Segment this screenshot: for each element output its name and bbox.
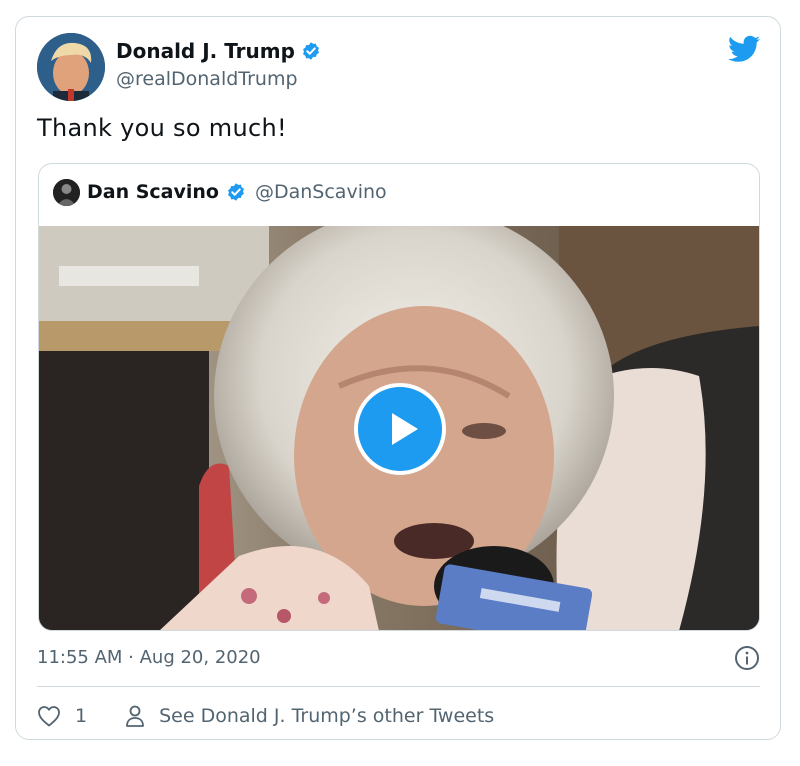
- see-other-tweets-label: See Donald J. Trump’s other Tweets: [159, 705, 495, 727]
- person-icon: [126, 705, 144, 727]
- quoted-tweet[interactable]: Dan Scavino @DanScavino: [38, 163, 760, 631]
- tweet-timestamp[interactable]: 11:55 AM · Aug 20, 2020: [37, 647, 261, 668]
- author-avatar[interactable]: [37, 33, 105, 101]
- verified-badge-icon: [228, 183, 244, 201]
- play-icon: [392, 413, 418, 445]
- see-other-tweets-link[interactable]: See Donald J. Trump’s other Tweets: [125, 704, 494, 728]
- quoted-author-handle[interactable]: @DanScavino: [255, 181, 387, 203]
- author-handle[interactable]: @realDonaldTrump: [116, 68, 298, 90]
- quoted-tweet-header: Dan Scavino @DanScavino: [53, 177, 387, 207]
- tweet-text: Thank you so much!: [37, 114, 287, 142]
- video-thumbnail[interactable]: [39, 226, 759, 630]
- verified-badge-icon: [303, 42, 319, 60]
- author-name[interactable]: Donald J. Trump: [116, 39, 321, 63]
- quoted-author-name[interactable]: Dan Scavino: [87, 181, 219, 203]
- author-avatar-image: [37, 33, 105, 101]
- quoted-author-avatar[interactable]: [53, 178, 80, 206]
- divider: [37, 686, 760, 687]
- like-button[interactable]: 1: [37, 705, 87, 727]
- like-count: 1: [75, 705, 88, 727]
- quoted-author-avatar-image: [53, 178, 80, 206]
- tweet-actions: 1 See Donald J. Trump’s other Tweets: [37, 701, 494, 731]
- embedded-tweet-card: Donald J. Trump @realDonaldTrump Thank y…: [15, 16, 781, 740]
- play-button[interactable]: [354, 383, 446, 475]
- author-name-text: Donald J. Trump: [116, 39, 295, 63]
- info-icon[interactable]: [734, 645, 760, 671]
- twitter-bird-icon[interactable]: [728, 35, 760, 63]
- heart-icon: [38, 706, 60, 727]
